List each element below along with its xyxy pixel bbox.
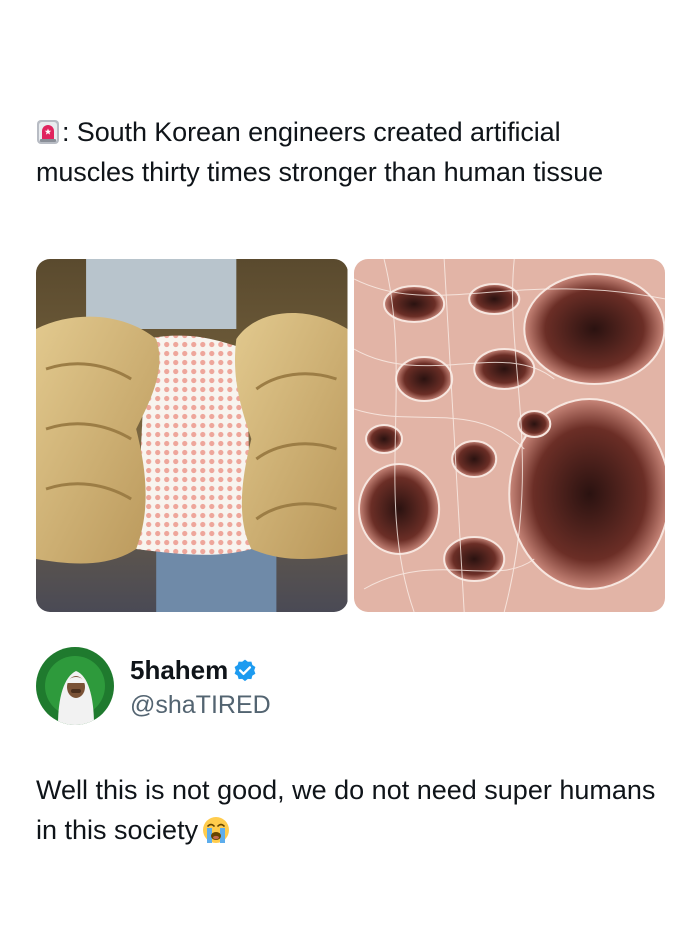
user-handle[interactable]: @shaTIRED <box>130 691 271 720</box>
quoted-post-text: : South Korean engineers created artific… <box>36 117 604 187</box>
police-car-light-icon <box>37 120 59 144</box>
media-grid[interactable] <box>36 259 665 612</box>
reply-text: Well this is not good, we do not need su… <box>36 775 656 845</box>
porous-fibrous-tissue-image[interactable] <box>353 259 665 612</box>
reply-text-block: Well this is not good, we do not need su… <box>36 770 666 850</box>
display-name[interactable]: 5hahem <box>130 655 228 686</box>
quoted-post-text-block: : South Korean engineers created artific… <box>36 112 666 192</box>
display-name-row: 5hahem <box>130 653 271 689</box>
reply-author-row[interactable]: 5hahem @shaTIRED <box>36 647 271 725</box>
hands-stretching-mesh-image[interactable] <box>36 259 348 612</box>
avatar[interactable] <box>36 647 114 725</box>
author-names: 5hahem @shaTIRED <box>130 653 271 720</box>
loudly-crying-face-icon <box>203 817 230 843</box>
verified-badge-icon <box>234 659 256 681</box>
